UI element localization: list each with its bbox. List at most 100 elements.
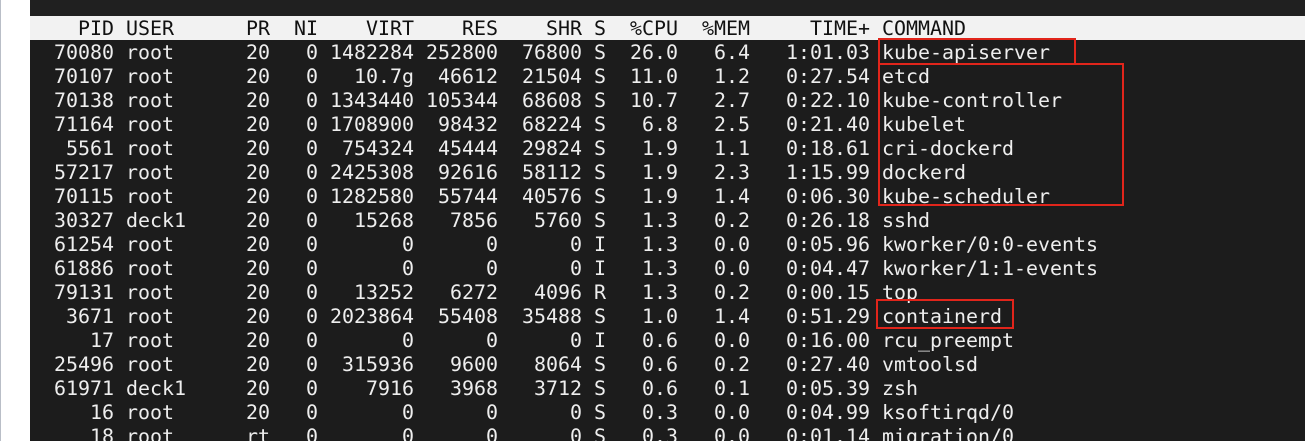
command-cell: kworker/1:1-events [882,256,1099,280]
mem-cell: 1.1 [713,136,750,160]
ni-cell: 0 [305,280,318,304]
virt-cell: 7916 [365,376,414,400]
virt-cell: 1708900 [329,112,414,136]
state-cell: S [594,64,607,88]
state-cell: R [594,280,607,304]
cpu-cell: 1.9 [641,160,678,184]
shr-cell: 0 [569,424,582,441]
time-cell: 1:01.03 [785,40,870,64]
process-table-header: PID USER PR NI VIRT RES SHR S %CPU %MEM … [30,16,1305,40]
command-cell: zsh [882,376,919,400]
cpu-cell: 11.0 [629,64,678,88]
cpu-cell: 1.3 [641,256,678,280]
command-cell: kworker/0:0-events [882,232,1099,256]
cpu-cell: 10.7 [629,88,678,112]
shr-cell: 76800 [521,40,582,64]
mem-cell: 0.2 [713,208,750,232]
pr-cell: 20 [245,184,270,208]
command-cell: migration/0 [882,424,1015,441]
shr-cell: 68608 [521,88,582,112]
state-cell: S [594,160,607,184]
virt-cell: 754324 [341,136,414,160]
state-cell: S [594,184,607,208]
mem-cell: 2.7 [713,88,750,112]
mem-cell: 2.5 [713,112,750,136]
res-cell: 0 [485,400,498,424]
user-cell: deck1 [126,376,187,400]
res-cell: 46612 [437,64,498,88]
shr-cell: 3712 [533,376,582,400]
command-cell: containerd [882,304,1003,328]
pr-cell: 20 [245,304,270,328]
res-cell: 92616 [437,160,498,184]
screenshot-frame: PID USER PR NI VIRT RES SHR S %CPU %MEM … [0,0,1305,441]
pr-cell: 20 [245,352,270,376]
command-cell: kube-scheduler [882,184,1051,208]
mem-cell: 2.3 [713,160,750,184]
column-header-pr: PR [245,16,270,40]
pid-cell: 61254 [53,232,114,256]
user-cell: root [126,160,175,184]
cpu-cell: 0.3 [641,424,678,441]
pr-cell: 20 [245,40,270,64]
pid-cell: 71164 [53,112,114,136]
pr-cell: 20 [245,160,270,184]
process-row: 16 root 20 0 0 0 0 S 0.3 0.0 0:04.99 kso… [30,400,1305,424]
command-cell: etcd [882,64,931,88]
shr-cell: 0 [569,256,582,280]
mem-cell: 6.4 [713,40,750,64]
mem-cell: 1.2 [713,64,750,88]
state-cell: S [594,136,607,160]
shr-cell: 68224 [521,112,582,136]
command-cell: rcu_preempt [882,328,1015,352]
time-cell: 0:05.96 [785,232,870,256]
virt-cell: 0 [401,424,414,441]
res-cell: 252800 [425,40,498,64]
shr-cell: 5760 [533,208,582,232]
state-cell: S [594,208,607,232]
virt-cell: 15268 [353,208,414,232]
time-cell: 0:01.14 [785,424,870,441]
ni-cell: 0 [305,184,318,208]
virt-cell: 1343440 [329,88,414,112]
res-cell: 105344 [425,88,498,112]
process-row: 70138 root 20 0 1343440 105344 68608 S 1… [30,88,1305,112]
cpu-cell: 26.0 [629,40,678,64]
res-cell: 9600 [449,352,498,376]
pid-cell: 70107 [53,64,114,88]
user-cell: root [126,304,175,328]
state-cell: S [594,88,607,112]
column-header-ni: NI [293,16,318,40]
column-header-pid: PID [77,16,114,40]
cpu-cell: 1.9 [641,136,678,160]
pr-cell: rt [245,424,270,441]
mem-cell: 0.0 [713,424,750,441]
pid-cell: 70115 [53,184,114,208]
pid-cell: 70138 [53,88,114,112]
user-cell: root [126,280,175,304]
res-cell: 55408 [437,304,498,328]
column-header-state: S [594,16,607,40]
process-row: 5561 root 20 0 754324 45444 29824 S 1.9 … [30,136,1305,160]
pr-cell: 20 [245,136,270,160]
cpu-cell: 1.3 [641,208,678,232]
mem-cell: 1.4 [713,304,750,328]
cpu-cell: 0.3 [641,400,678,424]
virt-cell: 2023864 [329,304,414,328]
process-row: 17 root 20 0 0 0 0 I 0.6 0.0 0:16.00 rcu… [30,328,1305,352]
res-cell: 45444 [437,136,498,160]
virt-cell: 13252 [353,280,414,304]
time-cell: 0:04.47 [785,256,870,280]
user-cell: root [126,40,175,64]
terminal-window[interactable]: PID USER PR NI VIRT RES SHR S %CPU %MEM … [30,0,1305,441]
pid-cell: 30327 [53,208,114,232]
user-cell: root [126,424,175,441]
pid-cell: 61971 [53,376,114,400]
command-cell: kube-controller [882,88,1063,112]
terminal-top-area [30,0,1305,16]
ni-cell: 0 [305,352,318,376]
ni-cell: 0 [305,304,318,328]
process-row: 30327 deck1 20 0 15268 7856 5760 S 1.3 0… [30,208,1305,232]
pr-cell: 20 [245,64,270,88]
virt-cell: 315936 [341,352,414,376]
